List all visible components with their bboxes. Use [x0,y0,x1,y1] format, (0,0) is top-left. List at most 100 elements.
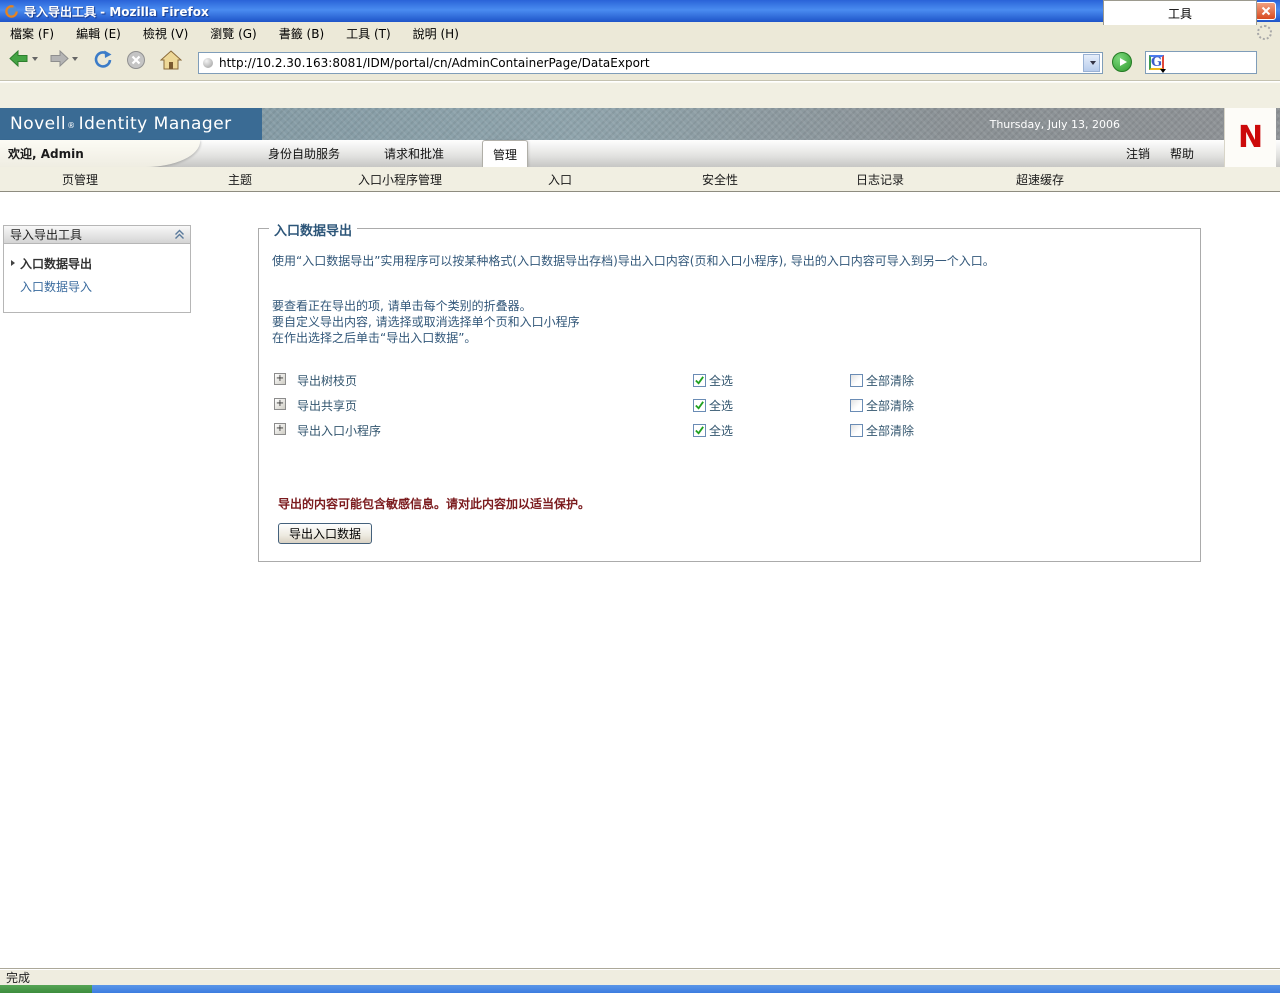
product-name: Identity Manager [78,114,232,134]
sensitive-info-warning: 导出的内容可能包含敏感信息。请对此内容加以适当保护。 [278,497,591,511]
menu-tools[interactable]: 工具 (T) [346,25,391,42]
windows-taskbar [0,985,1280,993]
chevron-down-icon [1089,61,1096,65]
novell-logo: N [1224,108,1276,167]
select-all-checkbox[interactable] [693,399,706,412]
reload-button[interactable] [92,50,114,70]
current-date: Thursday, July 13, 2006 [989,117,1120,131]
menu-view[interactable]: 檢視 (V) [143,25,188,42]
page-content: 导入导出工具 入口数据导出 入口数据导入 入口数据导出 使用“入口数据导出”实用… [0,192,1280,968]
export-portal-data-button[interactable]: 导出入口数据 [278,523,373,544]
window-titlebar: 导入导出工具 - Mozilla Firefox [0,0,1280,22]
google-search-icon[interactable]: G [1149,55,1166,73]
menu-edit[interactable]: 編輯 (E) [76,25,121,42]
forward-dropdown-icon[interactable] [72,56,78,61]
subtab-logging[interactable]: 日志记录 [800,167,960,191]
clear-all-group: 全部清除 [850,422,914,439]
expand-plus-icon[interactable]: + [274,373,286,385]
logout-link[interactable]: 注销 [1126,140,1150,167]
clear-all-group: 全部清除 [850,372,914,389]
current-item-arrow-icon [11,260,15,266]
instruction-line: 要查看正在导出的项, 请单击每个类别的折叠器。 [272,299,532,313]
reload-icon [94,50,112,68]
menu-go[interactable]: 瀏覽 (G) [210,25,256,42]
tab-administration[interactable]: 管理 [482,140,529,167]
row-label: 导出入口小程序 [297,424,382,438]
clear-all-label: 全部清除 [866,424,915,438]
subtab-portlet-admin[interactable]: 入口小程序管理 [320,167,480,191]
back-button[interactable] [8,50,38,67]
back-dropdown-icon[interactable] [32,56,38,61]
export-row-portlets: + 导出入口小程序 全选 全部清除 [259,422,1202,438]
select-all-checkbox[interactable] [693,374,706,387]
select-all-label: 全选 [709,374,734,388]
menu-bookmarks[interactable]: 書籤 (B) [279,25,324,42]
checkmark-icon [695,401,704,410]
select-all-group: 全选 [693,372,733,389]
instruction-line: 要自定义导出内容, 请选择或取消选择单个页和入口小程序 [272,315,580,329]
product-banner: Novell ® Identity Manager Thursday, July … [0,108,1280,140]
sidebar-panel: 导入导出工具 入口数据导出 入口数据导入 [3,225,191,313]
url-dropdown-button[interactable] [1083,54,1100,72]
clear-all-checkbox[interactable] [850,399,863,412]
fieldset-legend: 入口数据导出 [269,220,358,239]
sidebar-item-portal-data-import[interactable]: 入口数据导入 [4,275,190,298]
help-link[interactable]: 帮助 [1170,140,1194,167]
status-bar: 完成 [0,968,1280,985]
start-button[interactable] [0,985,92,993]
stop-button[interactable] [126,50,146,70]
close-button[interactable] [1255,2,1276,20]
stop-icon [127,51,145,69]
collapse-chevrons-icon[interactable] [173,228,186,241]
registered-mark: ® [67,120,76,130]
brand-name: Novell [10,114,67,134]
sidebar-items: 入口数据导出 入口数据导入 [4,244,190,312]
home-icon [160,50,182,70]
welcome-label: 欢迎, Admin [0,140,200,167]
intro-text: 使用“入口数据导出”实用程序可以按某种格式(入口数据导出存档)导出入口内容(页和… [272,254,995,268]
subtab-themes[interactable]: 主题 [160,167,320,191]
expand-plus-icon[interactable]: + [274,423,286,435]
expand-plus-icon[interactable]: + [274,398,286,410]
checkmark-icon [695,426,704,435]
forward-button[interactable] [48,50,78,67]
sidebar-item-portal-data-export[interactable]: 入口数据导出 [4,252,190,275]
tab-requests-approvals[interactable]: 请求和批准 [384,140,444,167]
home-button[interactable] [160,50,182,70]
menu-file[interactable]: 檔案 (F) [10,25,54,42]
activity-throbber-icon [1257,25,1272,40]
select-all-label: 全选 [709,399,734,413]
search-input[interactable]: G [1145,51,1257,74]
subtab-tools[interactable]: 工具 [1103,0,1257,25]
export-row-shared-pages: + 导出共享页 全选 全部清除 [259,397,1202,413]
subtab-page-admin[interactable]: 页管理 [0,167,160,191]
subtab-security[interactable]: 安全性 [640,167,800,191]
menu-help[interactable]: 說明 (H) [413,25,459,42]
row-label: 导出树枝页 [297,374,358,388]
subtab-tools-spacer [1120,167,1280,191]
row-label: 导出共享页 [297,399,358,413]
clear-all-checkbox[interactable] [850,424,863,437]
subtab-caching[interactable]: 超速缓存 [960,167,1120,191]
select-all-checkbox[interactable] [693,424,706,437]
url-bar[interactable]: http://10.2.30.163:8081/IDM/portal/cn/Ad… [198,52,1103,74]
clear-all-group: 全部清除 [850,397,914,414]
go-icon [1119,58,1127,66]
main-tabs-row: 欢迎, Admin 身份自助服务 请求和批准 管理 注销 帮助 [0,140,1280,167]
novell-n-icon: N [1237,120,1264,155]
select-all-group: 全选 [693,397,733,414]
page-favicon [203,58,213,68]
close-icon [1261,6,1270,16]
select-all-label: 全选 [709,424,734,438]
sidebar-title: 导入导出工具 [10,228,83,242]
subtab-portal[interactable]: 入口 [480,167,640,191]
clear-all-checkbox[interactable] [850,374,863,387]
go-button[interactable] [1112,52,1132,72]
url-text[interactable]: http://10.2.30.163:8081/IDM/portal/cn/Ad… [219,56,1083,70]
sidebar-header: 导入导出工具 [4,226,190,244]
window-title: 导入导出工具 - Mozilla Firefox [24,4,209,19]
bookmarks-strip [0,82,1280,108]
tab-identity-self-service[interactable]: 身份自助服务 [268,140,340,167]
search-engine-dropdown-icon[interactable] [1160,69,1166,73]
menu-bar: 檔案 (F) 編輯 (E) 檢視 (V) 瀏覽 (G) 書籤 (B) 工具 (T… [0,22,1280,45]
